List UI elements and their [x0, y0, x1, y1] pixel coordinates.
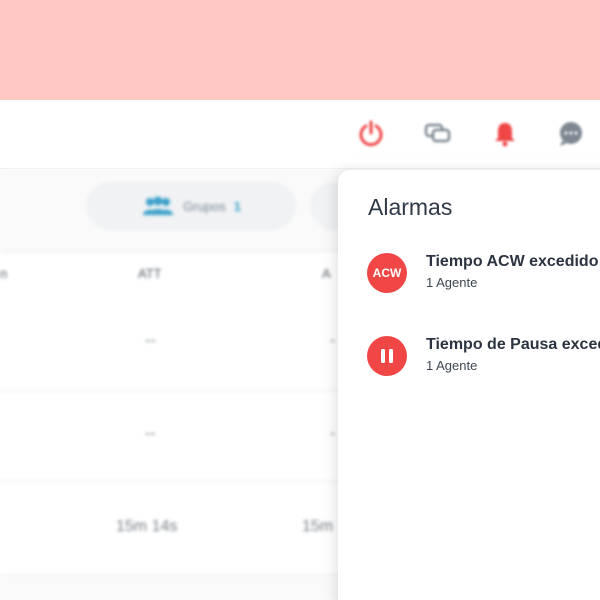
table-cell: 15m [302, 518, 334, 535]
groups-label: Grupos [183, 198, 226, 214]
top-toolbar [0, 100, 600, 169]
chat-bubbles-icon[interactable] [420, 116, 456, 152]
alarms-panel-title: Alarmas [368, 194, 453, 220]
alarm-item-acw[interactable]: ACW Tiempo ACW excedido 1 Agente [367, 253, 600, 297]
alarms-panel: Alarmas ACW Tiempo ACW excedido 1 Agente… [338, 170, 600, 600]
alarm-subtitle: 1 Agente [426, 275, 478, 290]
message-icon[interactable] [553, 116, 589, 152]
column-header: n [0, 266, 8, 281]
groups-count: 1 [233, 198, 241, 214]
groups-filter-button[interactable]: Grupos 1 [86, 182, 296, 230]
page: Grupos 1 n ATT A -- - -- - 15m 14s 15m A… [0, 0, 600, 600]
att-cell: 15m 14s [116, 518, 178, 535]
alarm-item-pause[interactable]: Tiempo de Pausa excedido 1 Agente [367, 336, 600, 380]
att-cell: -- [145, 425, 156, 442]
power-icon[interactable] [353, 116, 389, 152]
pause-icon [367, 336, 407, 376]
alarm-subtitle: 1 Agente [426, 358, 478, 373]
column-header: A [322, 266, 331, 281]
top-banner [0, 0, 600, 100]
att-cell: -- [145, 332, 156, 349]
table-cell: - [330, 425, 336, 442]
column-header-att: ATT [138, 266, 162, 281]
alarm-title: Tiempo de Pausa excedido [426, 336, 600, 353]
acw-icon: ACW [367, 253, 407, 293]
table-cell: - [330, 332, 336, 349]
alarm-title: Tiempo ACW excedido [426, 253, 599, 270]
users-group-icon [143, 196, 174, 215]
bell-icon[interactable] [487, 116, 523, 152]
